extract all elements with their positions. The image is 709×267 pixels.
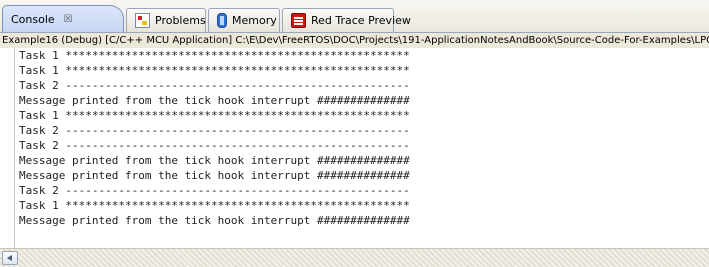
console-launch-description: Example16 (Debug) [C/C++ MCU Application… [0, 33, 709, 48]
horizontal-scrollbar[interactable] [0, 248, 709, 267]
console-line: Task 1 *********************************… [19, 199, 410, 212]
view-tab-bar: Console ☒ Problems Memory Red Trace Prev… [0, 0, 709, 254]
console-line: Task 2 ---------------------------------… [19, 139, 410, 152]
tab-problems[interactable]: Problems [126, 8, 206, 32]
console-line: Task 2 ---------------------------------… [19, 124, 410, 137]
memory-icon [217, 13, 227, 28]
console-line: Task 1 *********************************… [19, 109, 410, 122]
tab-red-trace-preview[interactable]: Red Trace Preview [282, 8, 411, 32]
tab-console-label: Console [11, 13, 55, 26]
console-line: Task 1 *********************************… [19, 49, 410, 62]
console-line: Message printed from the tick hook inter… [19, 94, 410, 107]
console-line: Message printed from the tick hook inter… [19, 169, 410, 182]
console-line: Task 2 ---------------------------------… [19, 184, 410, 197]
tab-memory[interactable]: Memory [208, 8, 280, 32]
tab-red-trace-preview-label: Red Trace Preview [311, 14, 411, 27]
problems-icon [135, 13, 150, 28]
console-view: Console ☒ Problems Memory Red Trace Prev… [0, 0, 709, 267]
console-line: Task 2 ---------------------------------… [19, 79, 410, 92]
console-gutter [0, 48, 14, 248]
tab-console[interactable]: Console ☒ [2, 5, 709, 254]
tab-problems-label: Problems [155, 14, 206, 27]
console-output[interactable]: Task 1 *********************************… [14, 48, 709, 248]
red-trace-icon [291, 13, 306, 28]
tab-memory-label: Memory [232, 14, 277, 27]
console-line: Task 1 *********************************… [19, 64, 410, 77]
scroll-left-icon[interactable] [2, 251, 18, 265]
console-line: Message printed from the tick hook inter… [19, 214, 410, 227]
console-line: Message printed from the tick hook inter… [19, 154, 410, 167]
close-icon[interactable]: ☒ [64, 14, 73, 25]
